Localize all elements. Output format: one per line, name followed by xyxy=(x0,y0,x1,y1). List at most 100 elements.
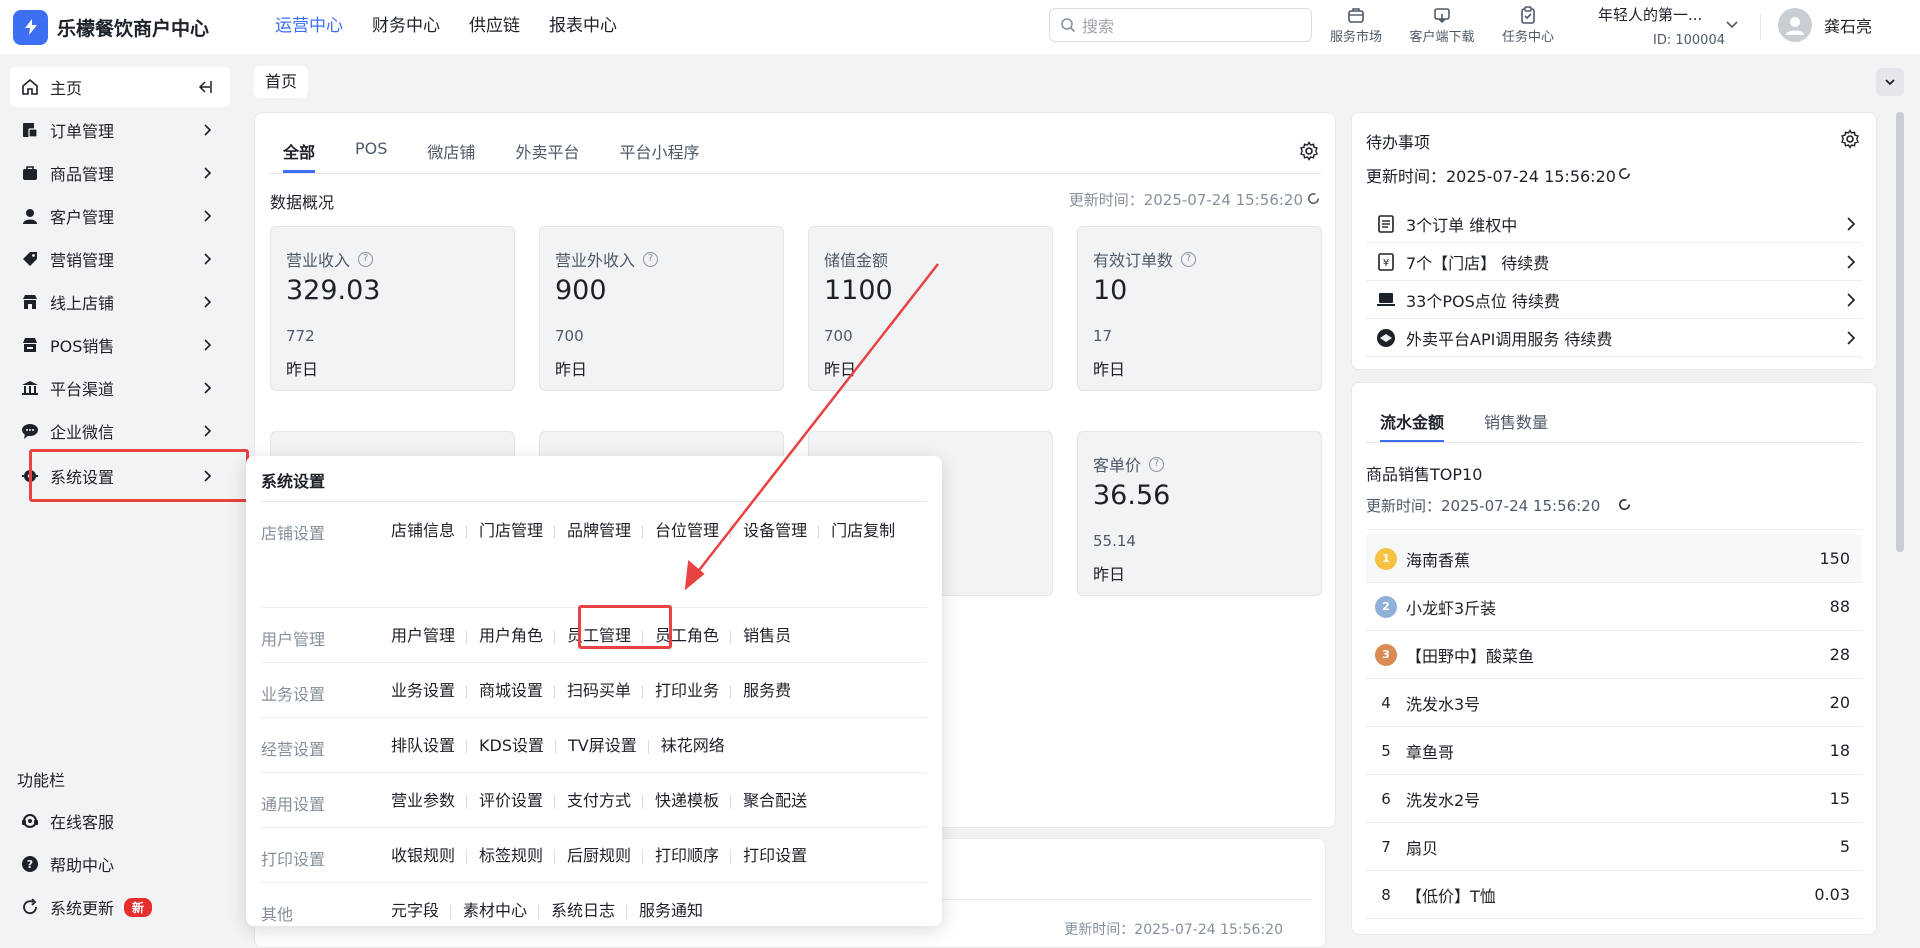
sidebar-item-home[interactable]: 主页 xyxy=(10,67,230,107)
menu-item-device-management[interactable]: 设备管理 xyxy=(743,512,820,550)
menu-item-kds-settings[interactable]: KDS设置 xyxy=(479,727,556,765)
menu-item-shipping-template[interactable]: 快递模板 xyxy=(655,782,732,820)
topnav-finance[interactable]: 财务中心 xyxy=(372,0,440,54)
menu-item-system-log[interactable]: 系统日志 xyxy=(551,892,628,930)
menu-item-service-fee[interactable]: 服务费 xyxy=(743,672,803,710)
function-bar-title: 功能栏 xyxy=(17,771,66,790)
tab-mini-program[interactable]: 平台小程序 xyxy=(619,139,699,173)
todo-item[interactable]: 外卖平台API调用服务 待续费 xyxy=(1366,319,1862,357)
menu-item-user-roles[interactable]: 用户角色 xyxy=(479,617,556,655)
table-row[interactable]: 3 【田野中】酸菜鱼 28 xyxy=(1366,631,1862,679)
sidebar-item-marketing[interactable]: 营销管理 xyxy=(10,239,230,279)
gear-icon[interactable] xyxy=(1299,141,1319,165)
table-row[interactable]: 8 【低价】T恤 0.03 xyxy=(1366,871,1862,919)
collapse-sidebar-icon[interactable] xyxy=(196,78,214,100)
sidebar-item-online-store[interactable]: 线上店铺 xyxy=(10,282,230,322)
menu-item-meta-fields[interactable]: 元字段 xyxy=(391,892,452,930)
breadcrumb[interactable]: 首页 xyxy=(254,66,309,98)
tab-flow-amount[interactable]: 流水金额 xyxy=(1380,409,1445,443)
menu-item-tv-settings[interactable]: TV屏设置 xyxy=(568,727,649,765)
sidebar-item-wecom[interactable]: 企业微信 xyxy=(10,411,230,451)
todo-item[interactable]: ¥ 7个【门店】 待续费 xyxy=(1366,243,1862,281)
menu-item-print-business[interactable]: 打印业务 xyxy=(655,672,732,710)
stat-card-revenue[interactable]: 营业收入? 329.03 772 昨日 xyxy=(270,226,515,391)
client-download-label: 客户端下载 xyxy=(1409,30,1475,45)
menu-item-service-notice[interactable]: 服务通知 xyxy=(639,892,715,930)
table-row[interactable]: 7 扇贝 5 xyxy=(1366,823,1862,871)
table-row[interactable]: 5 章鱼哥 18 xyxy=(1366,727,1862,775)
topnav-operations[interactable]: 运营中心 xyxy=(275,0,343,54)
page-scrollbar[interactable] xyxy=(1896,112,1904,552)
stat-card-avg-order[interactable]: 客单价? 36.56 55.14 昨日 xyxy=(1077,431,1322,596)
top-nav: 运营中心 财务中心 供应链 报表中心 xyxy=(275,0,646,54)
sidebar-item-label: POS销售 xyxy=(50,337,115,356)
menu-item-scan-pay[interactable]: 扫码买单 xyxy=(567,672,644,710)
sidebar-item-products[interactable]: 商品管理 xyxy=(10,153,230,193)
sidebar-item-system-update[interactable]: 系统更新 新 xyxy=(10,887,230,927)
service-market-button[interactable]: 服务市场 xyxy=(1317,4,1395,45)
stat-card-non-operating-revenue[interactable]: 营业外收入? 900 700 昨日 xyxy=(539,226,784,391)
stat-card-stored-value[interactable]: 储值金额 1100 700 昨日 xyxy=(808,226,1053,391)
search-input[interactable]: 搜索 xyxy=(1049,8,1312,42)
menu-item-store-copy[interactable]: 门店复制 xyxy=(831,512,907,550)
tab-all[interactable]: 全部 xyxy=(283,139,316,173)
menu-item-network[interactable]: 袜花网络 xyxy=(661,727,737,765)
order-icon xyxy=(20,120,40,140)
menu-item-cashier-rules[interactable]: 收银规则 xyxy=(391,837,468,875)
menu-item-label-rules[interactable]: 标签规则 xyxy=(479,837,556,875)
question-icon[interactable]: ? xyxy=(1181,251,1197,267)
refresh-icon[interactable] xyxy=(1617,166,1632,185)
table-row[interactable]: 1 海南香蕉 150 xyxy=(1366,535,1862,583)
table-row[interactable]: 2 小龙虾3斤装 88 xyxy=(1366,583,1862,631)
product-name: 扇贝 xyxy=(1406,838,1439,858)
collapse-button[interactable] xyxy=(1876,68,1904,96)
tab-delivery-platform[interactable]: 外卖平台 xyxy=(515,139,579,173)
chevron-down-icon[interactable] xyxy=(1725,16,1739,35)
sidebar-item-customers[interactable]: 客户管理 xyxy=(10,196,230,236)
menu-item-aggregate-delivery[interactable]: 聚合配送 xyxy=(743,782,819,820)
menu-item-shop-management[interactable]: 门店管理 xyxy=(479,512,556,550)
menu-item-salesperson[interactable]: 销售员 xyxy=(743,617,803,655)
sidebar-item-orders[interactable]: 订单管理 xyxy=(10,110,230,150)
todo-item[interactable]: 3个订单 维权中 xyxy=(1366,205,1862,243)
rank-number: 7 xyxy=(1381,837,1391,856)
menu-item-media-center[interactable]: 素材中心 xyxy=(463,892,540,930)
menu-item-business-params[interactable]: 营业参数 xyxy=(391,782,468,820)
stat-card-valid-orders[interactable]: 有效订单数? 10 17 昨日 xyxy=(1077,226,1322,391)
sidebar-item-pos-sales[interactable]: POS销售 xyxy=(10,325,230,365)
tab-sales-quantity[interactable]: 销售数量 xyxy=(1484,409,1548,443)
question-icon[interactable]: ? xyxy=(358,251,374,267)
menu-item-store-info[interactable]: 店铺信息 xyxy=(391,512,468,550)
menu-item-brand-management[interactable]: 品牌管理 xyxy=(567,512,644,550)
menu-item-business-settings[interactable]: 业务设置 xyxy=(391,672,468,710)
client-download-button[interactable]: 客户端下载 xyxy=(1403,4,1481,45)
todo-item[interactable]: 33个POS点位 待续费 xyxy=(1366,281,1862,319)
menu-item-queue-settings[interactable]: 排队设置 xyxy=(391,727,468,765)
menu-item-payment-methods[interactable]: 支付方式 xyxy=(567,782,644,820)
question-icon[interactable]: ? xyxy=(643,251,659,267)
tab-micro-store[interactable]: 微店铺 xyxy=(427,139,475,173)
question-icon[interactable]: ? xyxy=(1149,456,1165,472)
tab-pos[interactable]: POS xyxy=(355,139,387,173)
sidebar-item-online-support[interactable]: 在线客服 xyxy=(10,801,230,841)
menu-item-print-order[interactable]: 打印顺序 xyxy=(655,837,732,875)
refresh-icon[interactable] xyxy=(1617,497,1632,516)
app-logo[interactable]: 乐檬餐饮商户中心 xyxy=(13,9,253,45)
svg-text:?: ? xyxy=(27,858,33,871)
table-row[interactable]: 4 洗发水3号 20 xyxy=(1366,679,1862,727)
menu-item-user-management[interactable]: 用户管理 xyxy=(391,617,468,655)
table-row[interactable]: 6 洗发水2号 15 xyxy=(1366,775,1862,823)
refresh-icon[interactable] xyxy=(1306,191,1321,210)
user-menu[interactable]: 龚石亮 xyxy=(1778,8,1872,42)
sidebar-item-help-center[interactable]: ? 帮助中心 xyxy=(10,844,230,884)
menu-item-print-settings[interactable]: 打印设置 xyxy=(743,837,819,875)
menu-item-kitchen-rules[interactable]: 后厨规则 xyxy=(567,837,644,875)
menu-item-review-settings[interactable]: 评价设置 xyxy=(479,782,556,820)
sidebar-item-platform-channels[interactable]: 平台渠道 xyxy=(10,368,230,408)
task-center-button[interactable]: 任务中心 xyxy=(1489,4,1567,45)
menu-item-mall-settings[interactable]: 商城设置 xyxy=(479,672,556,710)
topnav-supply-chain[interactable]: 供应链 xyxy=(469,0,520,54)
topnav-reports[interactable]: 报表中心 xyxy=(549,0,617,54)
gear-icon[interactable] xyxy=(1840,129,1860,153)
menu-item-table-management[interactable]: 台位管理 xyxy=(655,512,732,550)
